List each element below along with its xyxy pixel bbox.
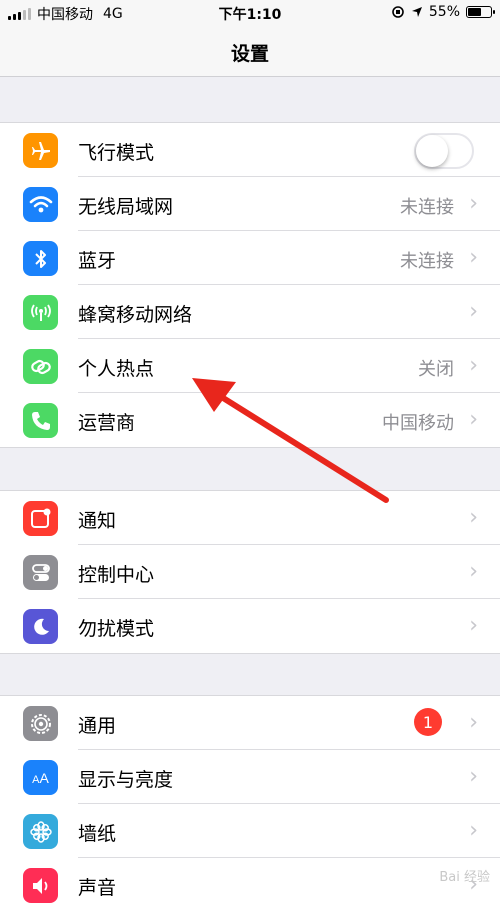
annotation-arrow <box>192 378 389 503</box>
watermark: Bai 经验 <box>439 870 490 885</box>
